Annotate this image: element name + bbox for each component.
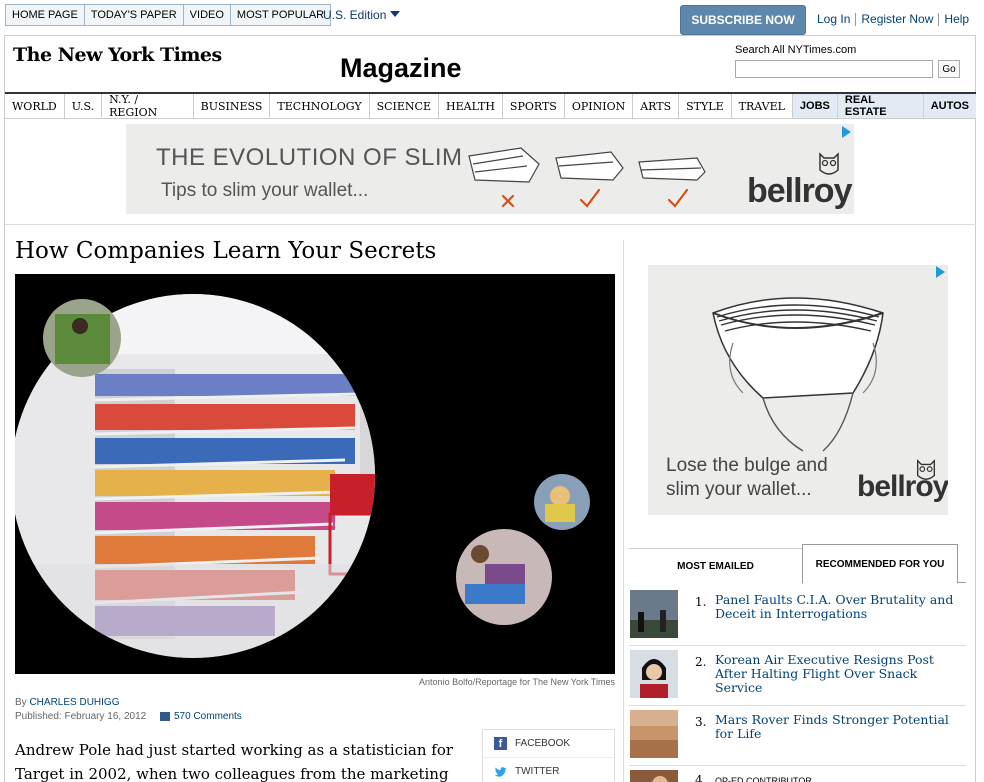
chevron-down-icon	[390, 11, 401, 17]
wallet-illustrations	[468, 147, 706, 208]
help-link[interactable]: Help	[938, 13, 974, 26]
nav-world[interactable]: WORLD	[5, 94, 65, 118]
edition-label: U.S. Edition	[323, 8, 387, 22]
article-link[interactable]: Mars Rover Finds Stronger Potential for …	[715, 713, 960, 741]
article-body: Andrew Pole had just started working as …	[15, 741, 454, 782]
ad-headline: THE EVOLUTION OF SLIM	[156, 144, 463, 171]
facebook-icon: f	[494, 737, 507, 750]
nav-jobs[interactable]: JOBS	[792, 94, 838, 118]
log-in-link[interactable]: Log In	[812, 13, 855, 26]
edition-selector[interactable]: U.S. Edition	[323, 8, 401, 22]
top-links: HOME PAGE TODAY'S PAPER VIDEO MOST POPUL…	[5, 4, 332, 26]
search-go-button[interactable]: Go	[938, 60, 960, 78]
facebook-label: FACEBOOK	[515, 738, 571, 749]
nav-arts[interactable]: ARTS	[633, 94, 680, 118]
share-twitter[interactable]: TWITTER	[483, 758, 614, 782]
article-link[interactable]: Panel Faults C.I.A. Over Brutality and D…	[715, 593, 960, 621]
banner-ad[interactable]: THE EVOLUTION OF SLIM Tips to slim your …	[126, 124, 854, 214]
article-thumbnail	[630, 590, 678, 638]
search-input[interactable]	[735, 60, 933, 78]
share-tools: f FACEBOOK TWITTER	[482, 729, 615, 782]
twitter-icon	[494, 766, 507, 777]
rank-number: 1.	[695, 595, 707, 609]
article-thumbnail	[630, 650, 678, 698]
video-link[interactable]: VIDEO	[184, 5, 231, 25]
top-bar: HOME PAGE TODAY'S PAPER VIDEO MOST POPUL…	[0, 0, 984, 36]
nyt-logo[interactable]: The New York Times	[13, 44, 222, 66]
user-links: Log In Register Now Help	[812, 13, 974, 26]
list-item[interactable]: 2. Korean Air Executive Resigns Post Aft…	[629, 648, 966, 706]
ad-line-1: Lose the bulge and	[666, 455, 828, 476]
article-photo[interactable]	[15, 274, 615, 674]
section-nav: WORLD U.S. N.Y. / REGION BUSINESS TECHNO…	[5, 92, 976, 119]
ad-line-2: slim your wallet...	[666, 479, 812, 500]
rank-number: 2.	[695, 655, 707, 669]
article-thumbnail	[630, 710, 678, 758]
article-kicker[interactable]: OP-ED CONTRIBUTOR	[715, 774, 960, 782]
list-item[interactable]: 1. Panel Faults C.I.A. Over Brutality an…	[629, 588, 966, 646]
todays-paper-link[interactable]: TODAY'S PAPER	[85, 5, 184, 25]
search-label: Search All NYTimes.com	[735, 44, 857, 56]
ad-choices-icon[interactable]	[842, 126, 851, 138]
column-divider	[623, 240, 624, 782]
nav-real-estate[interactable]: REAL ESTATE	[837, 94, 924, 118]
home-page-link[interactable]: HOME PAGE	[6, 5, 85, 25]
list-item[interactable]: 3. Mars Rover Finds Stronger Potential f…	[629, 708, 966, 766]
author-link[interactable]: CHARLES DUHIGG	[29, 697, 119, 708]
nav-business[interactable]: BUSINESS	[194, 94, 271, 118]
sidebar-ad[interactable]: Lose the bulge and slim your wallet... b…	[648, 265, 948, 515]
nav-health[interactable]: HEALTH	[439, 94, 503, 118]
byline: By CHARLES DUHIGG	[15, 697, 119, 708]
nav-sports[interactable]: SPORTS	[503, 94, 565, 118]
tab-most-emailed[interactable]: MOST EMAILED	[629, 548, 802, 583]
ad-brand: bellroy	[857, 470, 948, 503]
ad-subline: Tips to slim your wallet...	[161, 180, 369, 201]
rank-number: 4.	[695, 773, 707, 782]
register-link[interactable]: Register Now	[855, 13, 938, 26]
nav-science[interactable]: SCIENCE	[370, 94, 440, 118]
twitter-label: TWITTER	[515, 766, 560, 777]
most-popular-link[interactable]: MOST POPULAR	[231, 5, 330, 25]
nav-style[interactable]: STYLE	[679, 94, 732, 118]
nav-autos[interactable]: AUTOS	[923, 94, 976, 118]
article-thumbnail	[630, 770, 678, 782]
article-headline: How Companies Learn Your Secrets	[15, 238, 437, 264]
comments-count: 570 Comments	[174, 711, 242, 722]
store-aisle-image	[15, 294, 590, 658]
comments-link[interactable]: 570 Comments	[160, 711, 242, 722]
tab-recommended[interactable]: RECOMMENDED FOR YOU	[802, 544, 958, 584]
divider	[5, 224, 976, 225]
nav-us[interactable]: U.S.	[65, 94, 103, 118]
popular-tabs: MOST EMAILED RECOMMENDED FOR YOU	[629, 544, 966, 584]
nav-technology[interactable]: TECHNOLOGY	[270, 94, 370, 118]
section-title[interactable]: Magazine	[340, 53, 462, 84]
photo-credit: Antonio Bolfo/Reportage for The New York…	[419, 677, 615, 687]
hand-wallet-illustration	[712, 297, 884, 452]
nav-travel[interactable]: TRAVEL	[732, 94, 793, 118]
ad-choices-icon[interactable]	[936, 266, 945, 278]
share-facebook[interactable]: f FACEBOOK	[483, 730, 614, 758]
nav-ny-region[interactable]: N.Y. / REGION	[102, 93, 194, 119]
comment-icon	[160, 712, 170, 721]
list-item[interactable]: 4. OP-ED CONTRIBUTOR	[629, 768, 966, 782]
subscribe-button[interactable]: SUBSCRIBE NOW	[680, 5, 806, 35]
article-link[interactable]: Korean Air Executive Resigns Post After …	[715, 653, 960, 695]
byline-prefix: By	[15, 697, 27, 708]
ad-brand: bellroy	[747, 172, 852, 210]
published-date: Published: February 16, 2012	[15, 711, 147, 722]
rank-number: 3.	[695, 715, 707, 729]
nav-opinion[interactable]: OPINION	[565, 94, 634, 118]
